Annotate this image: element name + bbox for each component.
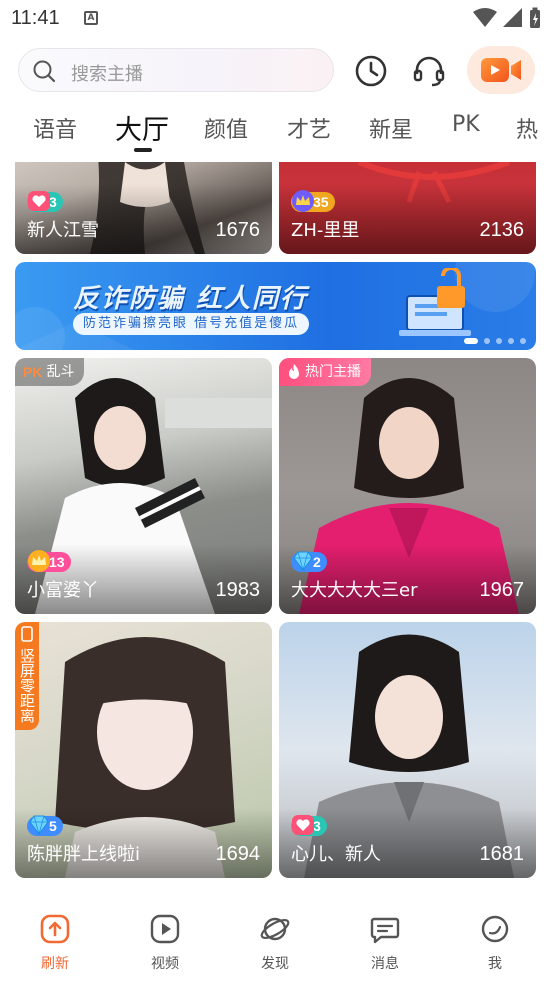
tag-label: 热门主播 [305,364,361,380]
tab-new-star[interactable]: 新星 [369,112,413,144]
nav-me[interactable]: 我 [460,913,530,973]
banner-subtitle: 防范诈骗擦亮眼 借号充值是傻瓜 [73,313,310,335]
tab-hall[interactable]: 大厅 [115,108,169,147]
nav-label: 消息 [371,956,399,972]
signal-icon [503,8,522,27]
tag-label: 竖屏零距离 [18,648,36,723]
refresh-upload-icon [40,914,70,944]
level-badge: 2 [291,551,327,572]
streamer-name: 心儿、新人 [291,844,381,865]
level-badge: 3 [27,191,63,212]
streamer-name: 小富婆丫 [27,580,99,601]
tab-talent[interactable]: 才艺 [287,112,331,144]
search-placeholder: 搜索主播 [71,64,143,85]
stream-card[interactable]: 3 新人江雪 1676 [15,162,272,254]
stream-card[interactable]: 热门主播 2 大大大大大三er 1967 [279,358,536,614]
nav-discover[interactable]: 发现 [240,913,310,973]
streamer-name: 陈胖胖上线啦i [27,844,141,865]
crown-icon [292,190,314,212]
nav-label: 我 [488,956,502,972]
level-badge: 3 [291,815,327,836]
history-clock-icon[interactable] [354,54,388,88]
carousel-dots [464,338,526,344]
stream-card[interactable]: PK 乱斗 13 小富婆丫 1983 [15,358,272,614]
streamer-name: 新人江雪 [27,220,99,241]
hot-streamer-tag: 热门主播 [279,358,371,386]
customer-service-icon[interactable] [412,54,446,88]
vertical-screen-tag: 竖屏零距离 [15,622,39,730]
heart-icon [292,815,314,835]
battery-icon [530,7,540,28]
nav-label: 发现 [261,956,289,972]
category-tabs: 语音 大厅 颜值 才艺 新星 PK 热 [0,106,551,158]
phone-icon [21,626,33,642]
crown-icon [28,550,50,572]
nav-label: 刷新 [41,956,69,972]
stream-card[interactable]: 35 ZH-里里 2136 [279,162,536,254]
level-badge: 13 [27,550,71,572]
active-tab-indicator [134,148,152,152]
heart-icon [28,191,50,211]
stream-card[interactable]: 竖屏零距离 5 陈胖胖上线啦i 1694 [15,622,272,878]
level-badge: 35 [291,190,335,212]
streamer-name: ZH-里里 [291,220,360,241]
level-number: 13 [49,554,65,570]
diamond-icon [293,551,313,572]
pk-label: PK [23,364,43,380]
planet-icon [260,917,290,941]
start-live-button[interactable] [467,46,535,94]
header: 搜索主播 [0,46,551,96]
wifi-icon [473,8,497,27]
bottom-navigation: 刷新 视频 发现 消息 我 [0,905,551,981]
viewer-count: 1694 [215,843,261,865]
chat-bubble-icon [370,917,400,944]
nav-video[interactable]: 视频 [130,913,200,973]
profile-circle-icon [481,915,509,943]
tag-label: 乱斗 [46,364,75,380]
streamer-name: 大大大大大三er [291,580,418,601]
diamond-icon [29,815,49,836]
notification-icon: A [84,11,98,25]
search-icon [33,60,56,83]
status-bar: 11:41 A [0,0,551,38]
viewer-count: 1681 [479,843,525,865]
tab-appearance[interactable]: 颜值 [204,112,248,144]
banner-title: 反诈防骗 红人同行 [73,284,309,314]
stream-card[interactable]: 3 心儿、新人 1681 [279,622,536,878]
status-icons [473,7,541,28]
stream-feed: 3 新人江雪 1676 35 ZH-里里 2136 反诈防骗 红人同行 防范诈骗… [0,162,551,892]
tab-hot[interactable]: 热 [516,112,538,144]
level-badge: 5 [27,815,63,836]
level-number: 35 [313,194,329,210]
nav-label: 视频 [151,956,179,972]
tab-pk[interactable]: PK [452,112,480,137]
flame-icon [289,364,299,379]
tab-voice[interactable]: 语音 [33,112,77,144]
search-input[interactable]: 搜索主播 [18,48,334,92]
status-time: 11:41 [11,7,60,29]
video-camera-icon [481,58,521,82]
laptop-lock-icon [399,268,471,336]
anti-fraud-banner[interactable]: 反诈防骗 红人同行 防范诈骗擦亮眼 借号充值是傻瓜 [15,262,536,350]
viewer-count: 2136 [479,219,525,241]
video-play-icon [150,914,180,944]
pk-battle-tag: PK 乱斗 [15,358,85,386]
viewer-count: 1676 [215,219,261,241]
nav-refresh[interactable]: 刷新 [20,913,90,973]
viewer-count: 1983 [215,579,261,601]
nav-messages[interactable]: 消息 [350,913,420,973]
viewer-count: 1967 [479,579,525,601]
